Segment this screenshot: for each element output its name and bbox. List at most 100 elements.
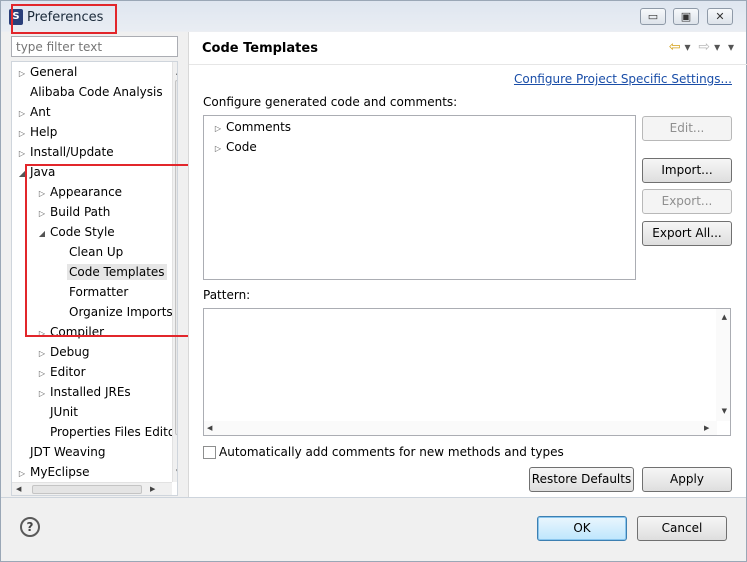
auto-comments-label: Automatically add comments for new metho… [219, 445, 564, 459]
tree-item-label: JUnit [50, 405, 78, 419]
pattern-scroll-left-icon[interactable]: ◀ [207, 424, 212, 432]
tree-item-label: MyEclipse [30, 465, 90, 479]
tree-item-install-update[interactable]: ▷ Install/Update [16, 142, 116, 162]
tree-item-label: Formatter [69, 285, 129, 299]
tree-item-clean-up[interactable]: Clean Up [55, 242, 125, 262]
tree-item-label: Installed JREs [50, 385, 131, 399]
history-nav: ⇦ ▾ ⇨ ▾ ▾ [665, 39, 734, 55]
tree-item-code-templates[interactable]: Code Templates [55, 262, 167, 282]
page-title: Code Templates [202, 41, 318, 56]
help-icon[interactable]: ? [20, 517, 40, 537]
collapsed-arrow-icon[interactable]: ▷ [36, 324, 48, 344]
back-menu-chevron-down-icon[interactable]: ▾ [685, 40, 691, 54]
collapsed-arrow-icon[interactable]: ▷ [36, 384, 48, 404]
tree-item-general[interactable]: ▷ General [16, 62, 79, 82]
filter-input[interactable] [11, 36, 178, 57]
pattern-scroll-right-icon[interactable]: ▶ [704, 424, 709, 432]
tree-item-label: Organize Imports [69, 305, 173, 319]
tree-item-organize-imports[interactable]: Organize Imports [55, 302, 175, 322]
template-tree-item-code[interactable]: ▷ Code [212, 137, 259, 157]
pattern-editor[interactable]: ▲ ▼ ◀ ▶ [203, 308, 731, 436]
pattern-scroll-down-icon[interactable]: ▼ [722, 407, 727, 415]
collapsed-arrow-icon[interactable]: ▷ [16, 64, 28, 84]
tree-item-label: General [30, 65, 78, 79]
collapsed-arrow-icon[interactable]: ▷ [36, 364, 48, 384]
tree-item-label: Ant [30, 105, 51, 119]
forward-menu-chevron-down-icon[interactable]: ▾ [714, 40, 720, 54]
restore-defaults-button[interactable]: Restore Defaults [529, 467, 634, 492]
minimize-button[interactable]: ▭ [640, 8, 666, 25]
preferences-window: S Preferences ▭ ▣ ✕ ▷GeneralAlibaba Code… [0, 0, 747, 562]
pattern-horizontal-scrollbar[interactable] [204, 421, 717, 435]
tree-item-properties-files-editor[interactable]: Properties Files Editor [36, 422, 178, 442]
expanded-arrow-icon[interactable]: ◢ [36, 224, 48, 244]
tree-vertical-scroll-thumb[interactable] [175, 80, 177, 435]
forward-arrow-icon[interactable]: ⇨ [698, 39, 710, 55]
eclipse-app-icon: S [9, 9, 23, 25]
tree-item-label: Clean Up [69, 245, 124, 259]
tree-item-help[interactable]: ▷ Help [16, 122, 59, 142]
tree-horizontal-scrollbar[interactable]: ◀ ▶ [12, 482, 172, 495]
ok-button[interactable]: OK [537, 516, 627, 541]
pattern-label: Pattern: [203, 288, 251, 302]
expand-arrow-icon[interactable]: ▷ [212, 139, 224, 159]
page-area: Code Templates ⇦ ▾ ⇨ ▾ ▾ Configure Project… [188, 32, 747, 497]
collapsed-arrow-icon[interactable]: ▷ [16, 124, 28, 144]
tree-item-installed-jres[interactable]: ▷ Installed JREs [36, 382, 133, 402]
collapsed-arrow-icon[interactable]: ▷ [36, 344, 48, 364]
collapsed-arrow-icon[interactable]: ▷ [36, 184, 48, 204]
view-menu-chevron-down-icon[interactable]: ▾ [728, 40, 734, 54]
scroll-left-icon[interactable]: ◀ [16, 485, 21, 493]
tree-item-jdt-weaving[interactable]: JDT Weaving [16, 442, 107, 462]
collapsed-arrow-icon[interactable]: ▷ [36, 204, 48, 224]
tree-item-label: Java [30, 165, 56, 179]
tree-item-build-path[interactable]: ▷ Build Path [36, 202, 112, 222]
auto-comments-checkbox[interactable] [203, 446, 216, 459]
title-bar[interactable]: S Preferences ▭ ▣ ✕ [1, 1, 746, 32]
maximize-button[interactable]: ▣ [673, 8, 699, 25]
tree-horizontal-scroll-thumb[interactable] [32, 485, 142, 494]
tree-item-label: Help [30, 125, 58, 139]
configure-project-settings-link[interactable]: Configure Project Specific Settings... [514, 72, 732, 86]
tree-item-junit[interactable]: JUnit [36, 402, 80, 422]
tree-item-label: Compiler [50, 325, 105, 339]
scroll-down-icon[interactable]: ▼ [176, 468, 177, 476]
tree-item-alibaba-code-analysis[interactable]: Alibaba Code Analysis [16, 82, 165, 102]
import-button[interactable]: Import... [642, 158, 732, 183]
edit-button[interactable]: Edit... [642, 116, 732, 141]
tree-item-myeclipse[interactable]: ▷ MyEclipse [16, 462, 92, 482]
cancel-button[interactable]: Cancel [637, 516, 727, 541]
tree-item-debug[interactable]: ▷ Debug [36, 342, 91, 362]
tree-item-label: Properties Files Editor [50, 425, 178, 439]
tree-item-editor[interactable]: ▷ Editor [36, 362, 88, 382]
tree-item-label: Debug [50, 345, 90, 359]
tree-item-label: Alibaba Code Analysis [30, 85, 163, 99]
scroll-up-icon[interactable]: ▲ [176, 68, 177, 76]
close-button[interactable]: ✕ [707, 8, 733, 25]
configure-label: Configure generated code and comments: [203, 95, 458, 109]
preference-tree: ▷ General Alibaba Code Analysis ▷ Ant ▷ Help ▷ I… [11, 61, 178, 496]
export-button[interactable]: Export... [642, 189, 732, 214]
collapsed-arrow-icon[interactable]: ▷ [16, 104, 28, 124]
footer-divider [1, 497, 746, 498]
tree-item-formatter[interactable]: Formatter [55, 282, 130, 302]
tree-item-label: JDT Weaving [30, 445, 106, 459]
window-title: Preferences [27, 10, 104, 25]
collapsed-arrow-icon[interactable]: ▷ [16, 144, 28, 164]
tree-item-code-style[interactable]: ◢ Code Style [36, 222, 117, 242]
tree-item-appearance[interactable]: ▷ Appearance [36, 182, 124, 202]
expanded-arrow-icon[interactable]: ◢ [16, 164, 28, 184]
tree-item-java[interactable]: ◢ Java [16, 162, 57, 182]
template-tree-item-comments[interactable]: ▷ Comments [212, 117, 293, 137]
pattern-scroll-up-icon[interactable]: ▲ [722, 313, 727, 321]
apply-button[interactable]: Apply [642, 467, 732, 492]
tree-item-ant[interactable]: ▷ Ant [16, 102, 53, 122]
scroll-right-icon[interactable]: ▶ [150, 485, 155, 493]
pattern-vertical-scrollbar[interactable] [716, 309, 730, 421]
collapsed-arrow-icon[interactable]: ▷ [16, 464, 28, 484]
template-tree: ▷ Comments ▷ Code [203, 115, 636, 280]
back-arrow-icon[interactable]: ⇦ [669, 39, 681, 55]
export-all-button[interactable]: Export All... [642, 221, 732, 246]
tree-item-compiler[interactable]: ▷ Compiler [36, 322, 106, 342]
expand-arrow-icon[interactable]: ▷ [212, 119, 224, 139]
